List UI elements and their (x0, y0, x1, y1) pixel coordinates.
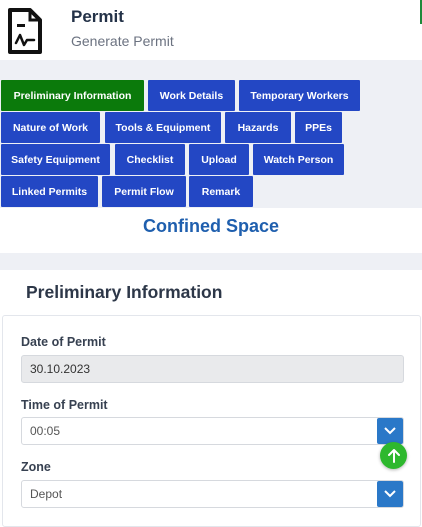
zone-select[interactable]: Depot (21, 480, 404, 508)
permit-tabs: Preliminary Information Work Details Tem… (0, 60, 422, 208)
permit-document-icon (6, 7, 44, 55)
section-heading: Preliminary Information (26, 282, 223, 302)
arrow-up-icon (387, 448, 400, 463)
page-title: Permit (71, 7, 124, 26)
tab-hazards[interactable]: Hazards (225, 112, 291, 143)
section-divider (0, 253, 422, 270)
chevron-down-icon (384, 427, 396, 435)
tab-permit-flow[interactable]: Permit Flow (102, 176, 186, 207)
tab-upload[interactable]: Upload (189, 144, 249, 175)
page-subtitle: Generate Permit (71, 33, 174, 49)
tab-preliminary-information[interactable]: Preliminary Information (1, 80, 144, 111)
time-dropdown-button[interactable] (377, 418, 403, 444)
scroll-to-top-button[interactable] (380, 442, 407, 469)
zone-dropdown-button[interactable] (377, 481, 403, 507)
zone-label: Zone (21, 460, 51, 474)
time-of-permit-value: 00:05 (30, 424, 61, 438)
tab-ppes[interactable]: PPEs (295, 112, 342, 143)
app-header: Permit Generate Permit (0, 0, 422, 60)
permit-type-title: Confined Space (142, 216, 280, 236)
zone-value: Depot (30, 487, 63, 501)
tab-linked-permits[interactable]: Linked Permits (1, 176, 98, 207)
tab-tools-equipment[interactable]: Tools & Equipment (105, 112, 221, 143)
tab-checklist[interactable]: Checklist (115, 144, 185, 175)
preliminary-form-card: Date of Permit 30.10.2023 Time of Permit… (2, 315, 421, 527)
tab-watch-person[interactable]: Watch Person (253, 144, 344, 175)
tab-nature-of-work[interactable]: Nature of Work (1, 112, 100, 143)
date-of-permit-value: 30.10.2023 (30, 362, 91, 376)
tab-safety-equipment[interactable]: Safety Equipment (1, 144, 110, 175)
date-of-permit-label: Date of Permit (21, 335, 106, 349)
tab-remark[interactable]: Remark (189, 176, 253, 207)
tab-temporary-workers[interactable]: Temporary Workers (239, 80, 360, 111)
date-of-permit-field: 30.10.2023 (21, 355, 404, 383)
time-of-permit-select[interactable]: 00:05 (21, 417, 404, 445)
tab-work-details[interactable]: Work Details (148, 80, 235, 111)
time-of-permit-label: Time of Permit (21, 398, 108, 412)
chevron-down-icon (384, 490, 396, 498)
